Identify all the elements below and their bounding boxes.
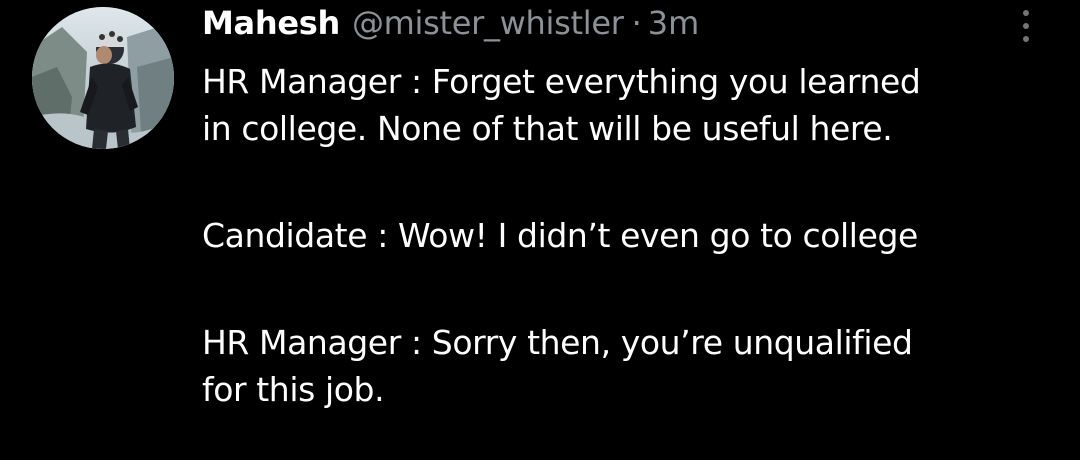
separator-dot: · — [631, 4, 642, 42]
tweet-line: for this job. — [202, 370, 385, 409]
profile-photo — [32, 7, 174, 149]
tweet-line: HR Manager : Sorry then, you’re unqualif… — [202, 323, 913, 362]
tweet-header: Mahesh @mister_whistler · 3m — [202, 4, 699, 50]
timestamp[interactable]: 3m — [648, 4, 700, 42]
author-name[interactable]: Mahesh — [202, 4, 340, 42]
tweet[interactable]: Mahesh @mister_whistler · 3m HR Manager … — [0, 0, 1080, 460]
more-vertical-icon[interactable] — [1012, 6, 1040, 46]
tweet-line: HR Manager : Forget everything you learn… — [202, 62, 921, 101]
tweet-text: HR Manager : Forget everything you learn… — [202, 58, 1062, 413]
avatar[interactable] — [32, 7, 174, 149]
tweet-line: Candidate : Wow! I didn’t even go to col… — [202, 216, 918, 255]
tweet-line: in college. None of that will be useful … — [202, 109, 893, 148]
author-handle[interactable]: @mister_whistler — [352, 4, 624, 42]
